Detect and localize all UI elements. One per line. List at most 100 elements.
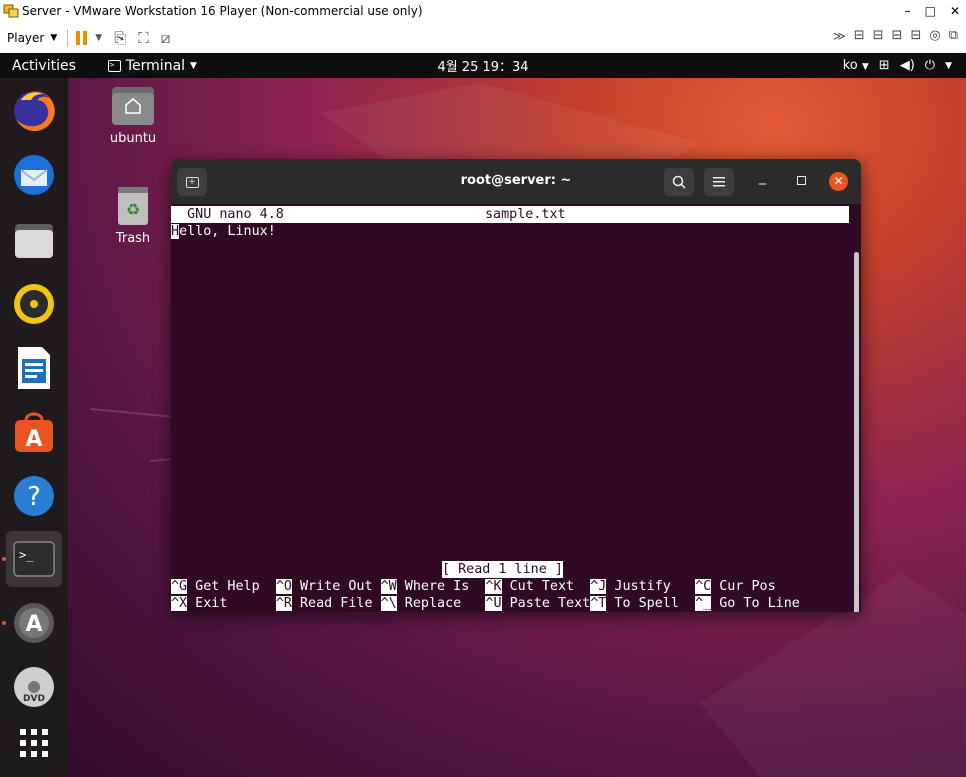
dock-item-help[interactable]: ? — [6, 468, 62, 524]
dock-item-files[interactable] — [6, 212, 62, 268]
shortcut-label: Write Out — [291, 579, 381, 594]
maximize-icon[interactable] — [797, 176, 806, 185]
keyboard-layout-label: ko — [842, 58, 858, 73]
files-icon — [15, 224, 53, 258]
shortcut-label: Cur Pos — [711, 579, 776, 594]
pause-dropdown-icon[interactable]: ▼ — [95, 33, 102, 43]
terminal-title: root@server: ~ — [460, 173, 572, 188]
dock-item-libreoffice-writer[interactable] — [6, 340, 62, 396]
nano-shortcuts-row-1: ^G Get Help ^O Write Out ^W Where Is ^K … — [171, 578, 776, 595]
desktop-icon-trash[interactable]: ♻ Trash — [98, 183, 168, 246]
svg-text:♻: ♻ — [126, 200, 140, 219]
activities-button[interactable]: Activities — [12, 58, 76, 74]
close-icon[interactable]: ✕ — [950, 4, 960, 18]
clock[interactable]: 4월 25 19：34 — [437, 60, 528, 75]
terminal-body[interactable]: GNU nano 4.8 sample.txt Hello, Linux! [ R… — [171, 204, 861, 612]
editor-line-1[interactable]: Hello, Linux! — [171, 223, 276, 240]
svg-text:DVD: DVD — [23, 694, 45, 704]
dock-item-dvd[interactable]: DVD — [6, 659, 62, 715]
unity-icon[interactable]: ⧄ — [161, 29, 171, 47]
terminal-header-bar: + root@server: ~ _ ✕ — [171, 159, 861, 204]
shortcut-key: ^U — [485, 596, 502, 611]
nano-status-message: [ Read 1 line ] — [442, 561, 563, 578]
vmware-title-bar: Server - VMware Workstation 16 Player (N… — [0, 0, 966, 22]
send-ctrl-alt-del-icon[interactable]: ⎘ — [114, 29, 126, 47]
shortcut-key: ^J — [590, 579, 607, 594]
hard-disk-icon[interactable]: ⊟ — [910, 28, 921, 43]
close-icon[interactable]: ✕ — [829, 172, 848, 191]
network-adapter-icon[interactable]: ⧉ — [949, 28, 958, 43]
app-menu-label: Terminal — [125, 57, 186, 74]
minimize-icon[interactable]: – — [905, 4, 911, 18]
search-button[interactable] — [664, 168, 694, 196]
dvd-icon: DVD — [14, 667, 54, 707]
hard-disk-icon[interactable]: ⊟ — [854, 28, 865, 43]
nano-title-bar: GNU nano 4.8 sample.txt — [171, 206, 849, 223]
hamburger-menu-icon — [713, 177, 725, 187]
fullscreen-icon[interactable]: ⛶ — [138, 29, 149, 47]
shortcut-key: ^X — [171, 596, 188, 611]
chevron-down-icon: ▼ — [190, 60, 197, 71]
network-icon[interactable]: ⊞ — [879, 58, 890, 73]
power-icon[interactable]: ⏻ — [925, 58, 935, 73]
desktop-icon-home[interactable]: ubuntu — [98, 85, 168, 146]
volume-icon[interactable]: ◀) — [900, 58, 915, 73]
dock: A ? >_ A DVD — [0, 78, 68, 777]
shortcut-label: Justify — [606, 579, 696, 594]
nano-shortcuts-row-2: ^X Exit ^R Read File ^\ Replace ^U Paste… — [171, 595, 800, 612]
desktop-icon-label: ubuntu — [109, 131, 157, 146]
software-updater-icon: A — [14, 603, 54, 643]
hard-disk-icon[interactable]: ⊟ — [892, 28, 903, 43]
vmware-window-title: Server - VMware Workstation 16 Player (N… — [22, 4, 423, 18]
shortcut-key: ^R — [275, 596, 292, 611]
software-center-icon: A — [15, 412, 53, 452]
shortcut-label: Go To Line — [711, 596, 800, 611]
player-menu[interactable]: Player ▼ — [7, 31, 57, 45]
terminal-window: + root@server: ~ _ ✕ GNU nano 4.8 sample.… — [171, 159, 861, 612]
cd-rom-icon[interactable]: ◎ — [929, 28, 940, 43]
shortcut-label: To Spell — [606, 596, 696, 611]
svg-text:A: A — [25, 427, 42, 452]
show-applications-button[interactable] — [6, 715, 62, 771]
dock-item-software-updater[interactable]: A — [6, 595, 62, 651]
nano-version: GNU nano 4.8 — [171, 207, 284, 222]
shortcut-key: ^\ — [380, 596, 397, 611]
hard-disk-icon[interactable]: ⊟ — [873, 28, 884, 43]
dock-item-thunderbird[interactable] — [6, 147, 62, 203]
svg-text:A: A — [25, 612, 42, 637]
libreoffice-writer-icon — [18, 347, 50, 389]
hamburger-menu-button[interactable] — [704, 168, 734, 196]
maximize-icon[interactable]: □ — [925, 4, 936, 18]
more-devices-icon[interactable]: ≫ — [833, 29, 846, 43]
shortcut-key: ^O — [275, 579, 292, 594]
editor-text: ello, Linux! — [179, 224, 276, 239]
desktop-icon-label: Trash — [115, 231, 151, 246]
chevron-down-icon: ▼ — [50, 32, 58, 43]
toolbar-divider — [67, 28, 69, 47]
terminal-app-menu[interactable]: > Terminal ▼ — [107, 57, 197, 74]
shortcut-label: Replace — [396, 596, 486, 611]
vmware-logo-icon — [3, 4, 19, 18]
pause-icon[interactable] — [76, 30, 88, 45]
terminal-small-icon: > — [107, 59, 121, 72]
chevron-down-icon[interactable]: ▼ — [945, 61, 952, 71]
firefox-icon — [14, 90, 55, 131]
svg-text:>_: >_ — [19, 548, 34, 562]
keyboard-layout-indicator[interactable]: ko ▼ — [843, 58, 869, 73]
player-menu-label: Player — [7, 30, 45, 45]
dock-item-firefox[interactable] — [6, 83, 62, 139]
help-icon: ? — [14, 476, 54, 516]
dock-item-terminal[interactable]: >_ — [6, 531, 62, 587]
text-cursor: H — [171, 224, 180, 239]
shortcut-key: ^_ — [695, 596, 712, 611]
shortcut-label: Get Help — [187, 579, 276, 594]
minimize-icon[interactable]: _ — [759, 169, 766, 185]
shortcut-label: Exit — [187, 596, 276, 611]
terminal-scrollbar[interactable] — [854, 252, 859, 612]
dock-item-rhythmbox[interactable] — [6, 276, 62, 332]
dock-item-software[interactable]: A — [6, 404, 62, 460]
svg-text:?: ? — [27, 482, 41, 512]
shortcut-label: Where Is — [396, 579, 486, 594]
shortcut-label: Paste Text — [501, 596, 591, 611]
shortcut-key: ^G — [171, 579, 188, 594]
